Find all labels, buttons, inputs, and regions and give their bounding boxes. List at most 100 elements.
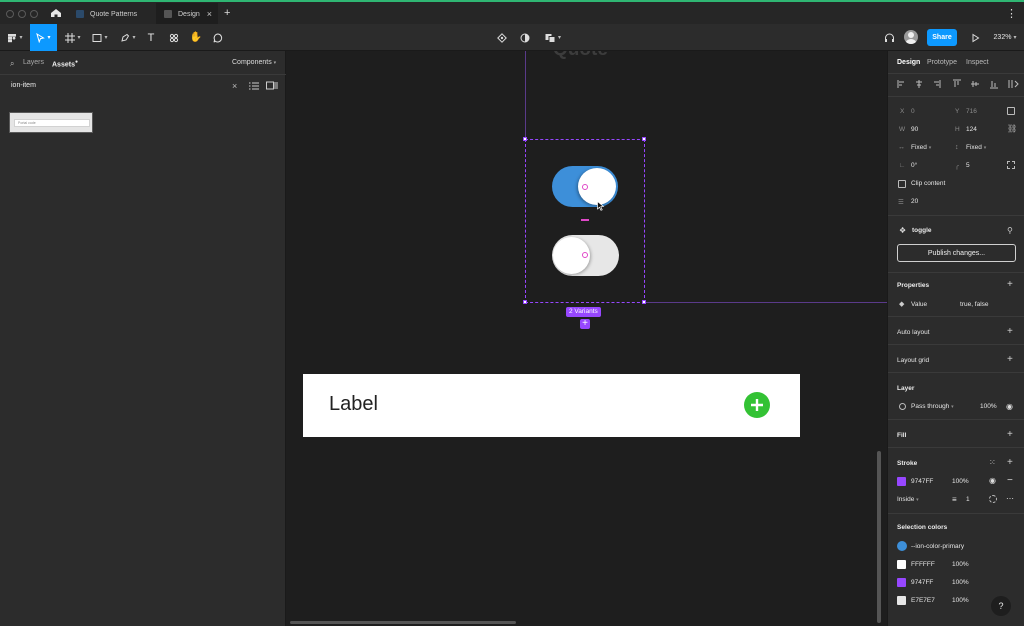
width-mode-dropdown[interactable]: Fixed ▾ <box>911 144 931 151</box>
tab-assets[interactable]: Assets● <box>52 59 78 68</box>
selection-color-name[interactable]: --ion-color-primary <box>911 543 964 550</box>
tab-inspect[interactable]: Inspect <box>966 59 989 66</box>
alignment-toolbar[interactable] <box>897 79 1021 89</box>
stroke-opacity-input[interactable]: 100% <box>952 478 969 485</box>
present-button[interactable] <box>968 24 982 51</box>
height-mode-dropdown[interactable]: Fixed ▾ <box>966 144 986 151</box>
window-zoom-button[interactable] <box>30 10 38 18</box>
clear-search-icon[interactable]: × <box>232 81 237 91</box>
comment-tool-button[interactable] <box>210 24 226 51</box>
horizontal-scrollbar[interactable] <box>290 621 516 624</box>
clip-content-checkbox[interactable] <box>898 180 906 188</box>
vertical-scrollbar[interactable] <box>877 451 881 623</box>
selection-color-name[interactable]: FFFFFF <box>911 561 935 568</box>
spacing-input[interactable]: 20 <box>911 198 918 205</box>
resize-handle[interactable] <box>642 300 646 304</box>
new-tab-button[interactable]: + <box>224 7 230 19</box>
add-property-button[interactable]: + <box>1007 279 1013 290</box>
ion-item-card[interactable]: Label <box>303 374 800 437</box>
selection-color-swatch[interactable] <box>897 578 906 587</box>
move-tool-button[interactable]: ▾ <box>30 24 57 51</box>
x-input[interactable]: 0 <box>911 108 915 115</box>
help-button[interactable]: ? <box>991 596 1011 616</box>
independent-corners-icon[interactable] <box>1007 161 1015 169</box>
add-auto-layout-button[interactable]: + <box>1007 326 1013 337</box>
zoom-dropdown[interactable]: 232% ▾ <box>990 24 1020 51</box>
boolean-ops-button[interactable]: ▾ <box>541 24 565 51</box>
constrain-proportions-icon[interactable]: ⛓ <box>1007 124 1017 133</box>
selection-color-opacity[interactable]: 100% <box>952 579 969 586</box>
stroke-color-input[interactable]: 9747FF <box>911 478 933 485</box>
layer-opacity-input[interactable]: 100% <box>980 403 997 410</box>
publish-changes-button[interactable]: Publish changes... <box>897 244 1016 262</box>
window-close-button[interactable] <box>6 10 14 18</box>
frame-tool-button[interactable]: ▾ <box>62 24 84 51</box>
pen-tool-button[interactable]: ▾ <box>116 24 140 51</box>
stroke-sides-icon[interactable] <box>989 495 997 503</box>
canvas[interactable]: Quote 2 Variants + Label <box>287 51 887 626</box>
tab-design[interactable]: Design × <box>156 3 218 25</box>
selection-color-opacity[interactable]: 100% <box>952 597 969 604</box>
add-stroke-button[interactable]: + <box>1007 457 1013 468</box>
property-name[interactable]: Value <box>911 301 927 308</box>
selection-color-name[interactable]: E7E7E7 <box>911 597 935 604</box>
resources-button[interactable] <box>166 24 182 51</box>
share-button[interactable]: Share <box>927 29 957 46</box>
variants-badge[interactable]: 2 Variants <box>566 307 601 317</box>
w-input[interactable]: 90 <box>911 126 918 133</box>
tab-quote-patterns[interactable]: Quote Patterns <box>68 3 154 25</box>
components-button[interactable] <box>495 24 509 51</box>
library-icon[interactable] <box>266 81 278 90</box>
text-tool-button[interactable]: T <box>144 24 158 51</box>
audio-button[interactable] <box>882 24 896 51</box>
divider <box>0 74 286 75</box>
selection-color-name[interactable]: 9747FF <box>911 579 933 586</box>
add-circle-icon[interactable] <box>744 392 770 418</box>
home-icon[interactable] <box>50 8 62 18</box>
search-input[interactable]: ion-item <box>11 82 36 89</box>
eye-icon[interactable]: ◉ <box>1006 402 1013 411</box>
selection-color-opacity[interactable]: 100% <box>952 561 969 568</box>
component-set-frame[interactable] <box>525 139 645 303</box>
resize-handle[interactable] <box>523 300 527 304</box>
list-view-icon[interactable] <box>249 82 259 90</box>
close-tab-icon[interactable]: × <box>207 9 212 19</box>
tab-design[interactable]: Design <box>897 59 920 66</box>
y-input[interactable]: 716 <box>966 108 977 115</box>
more-options-icon[interactable]: ⋮ <box>1006 7 1017 20</box>
avatar[interactable] <box>904 30 918 44</box>
add-fill-button[interactable]: + <box>1007 429 1013 440</box>
resize-handle[interactable] <box>523 137 527 141</box>
components-dropdown[interactable]: Components ▾ <box>232 59 276 66</box>
main-menu-button[interactable]: ▾ <box>4 24 26 51</box>
rotation-input[interactable]: 0° <box>911 162 917 169</box>
stroke-style-icon[interactable]: ⁙ <box>989 458 996 467</box>
tab-layers[interactable]: Layers <box>23 59 44 66</box>
component-settings-icon[interactable]: ⚲ <box>1007 226 1013 235</box>
component-thumbnail[interactable]: Portal code <box>9 112 93 133</box>
eye-icon[interactable]: ◉ <box>989 476 996 485</box>
remove-stroke-icon[interactable]: − <box>1007 475 1013 486</box>
toggle-on-variant[interactable] <box>552 166 618 207</box>
stroke-weight-input[interactable]: 1 <box>966 496 970 503</box>
add-variant-button[interactable]: + <box>580 319 590 329</box>
stroke-position-dropdown[interactable]: Inside ▾ <box>897 496 919 503</box>
corner-radius-input[interactable]: 5 <box>966 162 970 169</box>
stroke-color-swatch[interactable] <box>897 477 906 486</box>
hand-tool-button[interactable]: ✋ <box>188 24 204 51</box>
selection-color-swatch[interactable] <box>897 560 906 569</box>
blend-mode-dropdown[interactable]: Pass through ▾ <box>911 403 954 410</box>
window-minimize-button[interactable] <box>18 10 26 18</box>
property-values[interactable]: true, false <box>960 301 989 308</box>
resize-handle[interactable] <box>642 137 646 141</box>
constraints-icon[interactable] <box>1007 107 1015 115</box>
selection-color-swatch[interactable] <box>897 596 906 605</box>
h-input[interactable]: 124 <box>966 126 977 133</box>
more-icon[interactable]: ⋯ <box>1006 494 1014 503</box>
add-layout-grid-button[interactable]: + <box>1007 354 1013 365</box>
color-style-swatch[interactable] <box>897 541 907 551</box>
shape-tool-button[interactable]: ▾ <box>88 24 112 51</box>
toggle-off-variant[interactable] <box>552 235 619 276</box>
theme-toggle-button[interactable] <box>518 24 532 51</box>
tab-prototype[interactable]: Prototype <box>927 59 957 66</box>
